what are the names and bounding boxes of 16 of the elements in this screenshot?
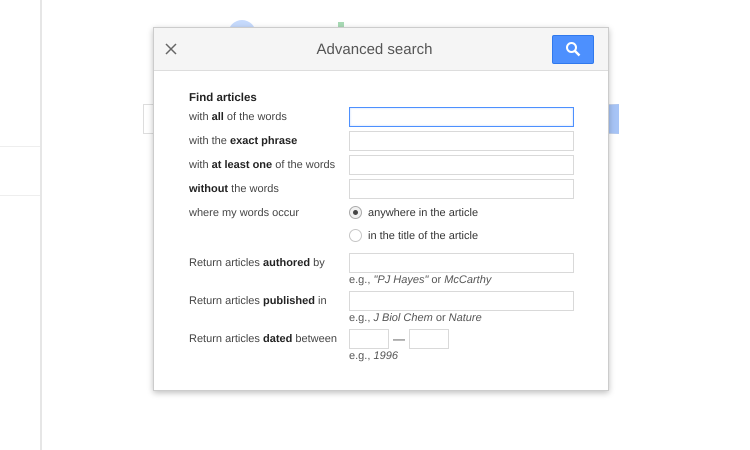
field-label: Return articles dated between xyxy=(189,332,337,347)
radio-label[interactable]: in the title of the article xyxy=(368,230,478,242)
hint-text: e.g., J Biol Chem or Nature xyxy=(349,311,482,325)
hint-text: e.g., "PJ Hayes" or McCarthy xyxy=(349,273,492,287)
dialog-title: Advanced search xyxy=(316,40,434,58)
field-label: without the words xyxy=(189,182,279,197)
field-label: with at least one of the words xyxy=(189,158,336,173)
field-label: Return articles authored by xyxy=(189,256,325,271)
section-heading: Find articles xyxy=(189,92,258,104)
field-label: where my words occur xyxy=(189,206,300,221)
field-label: with all of the words xyxy=(189,110,287,125)
field-label: with the exact phrase xyxy=(189,134,298,149)
range-dash: — xyxy=(393,332,405,346)
field-label: Return articles published in xyxy=(189,294,327,309)
radio-label[interactable]: anywhere in the article xyxy=(368,206,478,218)
hint-text: e.g., 1996 xyxy=(349,349,398,363)
